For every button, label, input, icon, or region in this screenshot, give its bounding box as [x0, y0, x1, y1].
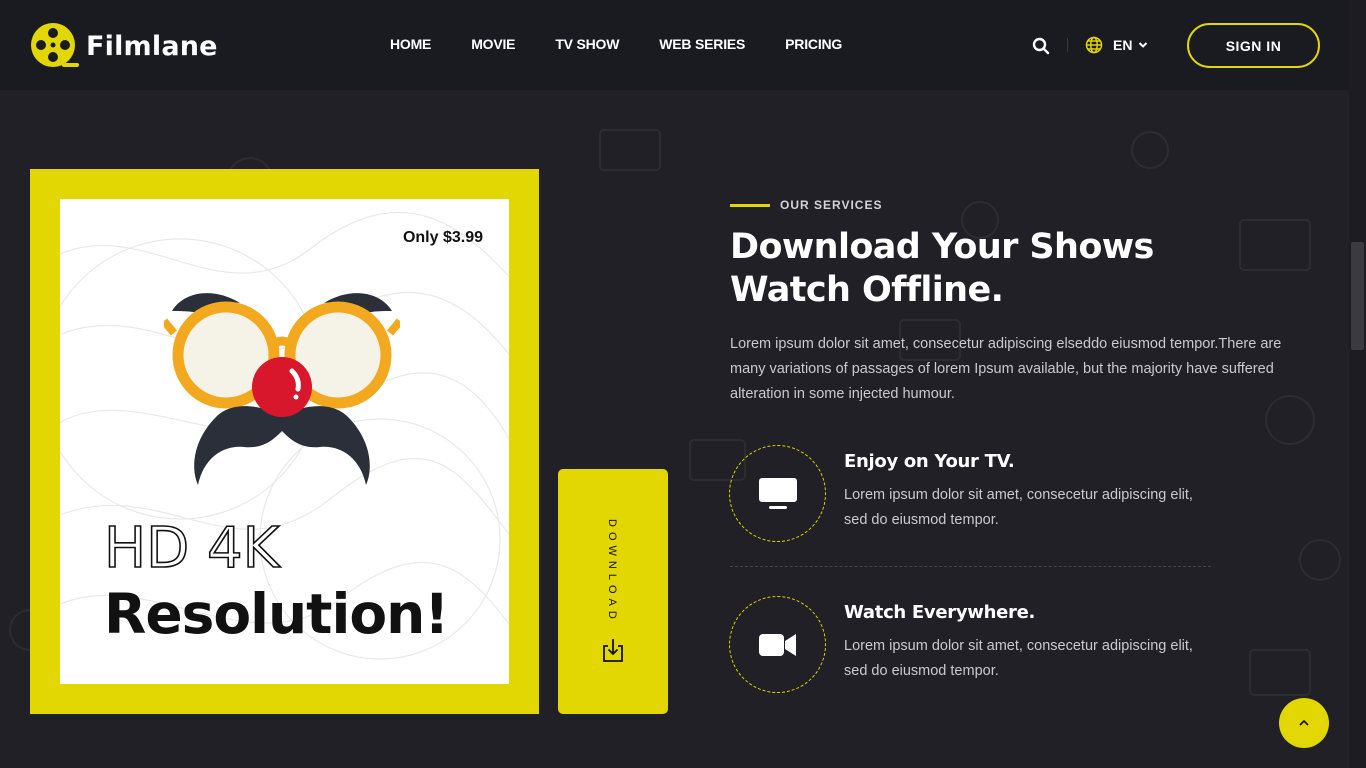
promo-image: Only $3.99 HD 4K Resolution! [60, 199, 509, 684]
globe-icon [1085, 36, 1103, 54]
nav-item-pricing[interactable]: PRICING [785, 36, 842, 52]
nav-item-web-series[interactable]: WEB SERIES [659, 36, 745, 52]
scroll-to-top-button[interactable] [1279, 698, 1329, 748]
chevron-up-icon [1299, 719, 1309, 726]
video-camera-icon [759, 634, 796, 656]
chevron-down-icon [1139, 42, 1148, 48]
feature-title: Enjoy on Your TV. [844, 451, 1015, 472]
brand-name: Filmlane [86, 30, 218, 62]
download-icon [603, 639, 623, 662]
brand-logo[interactable]: Filmlane [30, 22, 218, 70]
feature-desc: Lorem ipsum dolor sit amet, consecetur a… [844, 638, 1193, 679]
feature-desc: Lorem ipsum dolor sit amet, consecetur a… [844, 487, 1193, 528]
nav-item-tv-show[interactable]: TV SHOW [555, 36, 619, 52]
nav-item-movie[interactable]: MOVIE [471, 36, 515, 52]
promo-price: Only $3.99 [402, 229, 483, 246]
language-selector[interactable]: EN [1085, 36, 1148, 54]
nav-item-home[interactable]: HOME [390, 36, 431, 52]
download-label: DOWNLOAD [606, 519, 618, 624]
main-nav: HOME MOVIE TV SHOW WEB SERIES PRICING [390, 36, 882, 52]
promo-headline-outline: HD 4K [103, 516, 280, 581]
section-intro: Lorem ipsum dolor sit amet, consecetur a… [730, 336, 1282, 402]
section-title: Download Your Shows Watch Offline. [730, 226, 1250, 312]
film-reel-icon [31, 23, 79, 67]
search-icon[interactable] [1032, 37, 1050, 55]
promo-image-frame: Only $3.99 HD 4K Resolution! [30, 169, 539, 714]
section-eyebrow: OUR SERVICES [730, 198, 882, 212]
page-scrollbar[interactable] [1349, 0, 1366, 768]
promo-headline-bold: Resolution! [104, 582, 449, 646]
eyebrow-text: OUR SERVICES [780, 198, 883, 212]
feature-title: Watch Everywhere. [844, 602, 1036, 623]
feature-icon-circle [729, 596, 826, 693]
section-title-line-2: Watch Offline. [730, 270, 1004, 310]
section-title-line-1: Download Your Shows [730, 227, 1154, 267]
tv-icon [759, 478, 797, 509]
sign-in-button[interactable]: SIGN IN [1187, 23, 1320, 68]
download-button[interactable]: DOWNLOAD [558, 469, 668, 714]
glasses-mustache-illustration [164, 293, 400, 485]
site-header: Filmlane HOME MOVIE TV SHOW WEB SERIES P… [0, 0, 1366, 90]
eyebrow-accent-line [730, 203, 770, 207]
language-label: EN [1113, 37, 1133, 53]
scrollbar-thumb[interactable] [1351, 242, 1364, 350]
header-divider [1067, 38, 1068, 52]
feature-divider [730, 566, 1211, 567]
feature-icon-circle [729, 445, 826, 542]
